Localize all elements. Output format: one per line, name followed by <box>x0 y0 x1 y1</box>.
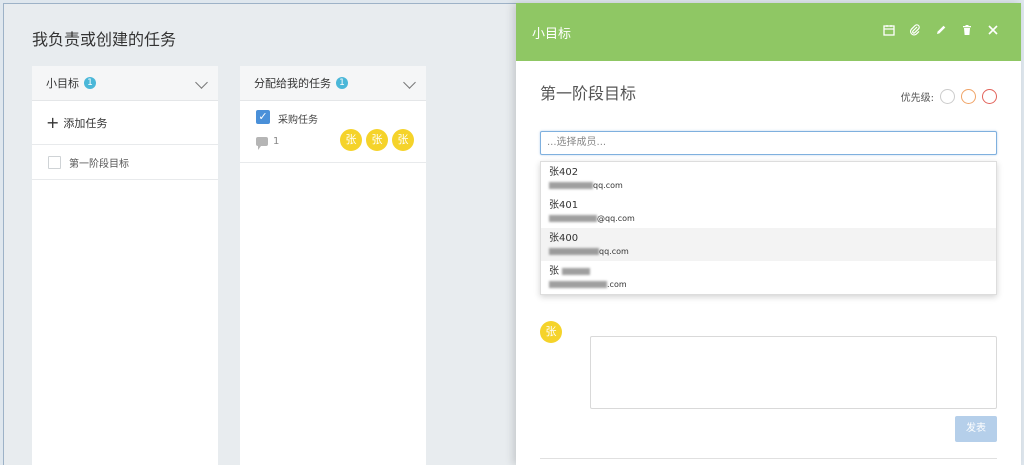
calendar-icon[interactable] <box>883 24 895 36</box>
trash-icon[interactable] <box>961 24 973 36</box>
plus-icon: + <box>46 112 60 132</box>
avatar[interactable]: 张 <box>340 129 362 151</box>
column-header[interactable]: 小目标 1 <box>32 66 218 101</box>
member-email: @qq.com <box>549 212 988 225</box>
chevron-down-icon[interactable] <box>403 76 416 89</box>
member-option[interactable]: 张 .com <box>541 261 996 294</box>
avatar[interactable]: 张 <box>540 321 562 343</box>
submit-button[interactable]: 发表 <box>955 416 997 442</box>
member-option[interactable]: 张401 @qq.com <box>541 195 996 228</box>
page-title: 我负责或创建的任务 <box>32 30 177 49</box>
avatar[interactable]: 张 <box>366 129 388 151</box>
close-icon[interactable] <box>987 24 999 36</box>
goal-checkbox[interactable] <box>48 155 61 169</box>
task-name: 采购任务 <box>278 115 318 126</box>
add-task-label: 添加任务 <box>63 116 108 130</box>
member-email: qq.com <box>549 179 988 192</box>
column-assigned: 分配给我的任务 1 ✓ 采购任务 1 张 张 张 <box>240 66 426 465</box>
member-name: 张402 <box>549 167 579 178</box>
comment-icon <box>256 137 268 150</box>
member-name: 张401 <box>549 200 579 211</box>
member-dropdown: 张402 qq.com 张401 @qq.com 张400 qq.com 张 .… <box>540 161 997 295</box>
member-option[interactable]: 张400 qq.com <box>541 228 996 261</box>
edit-icon[interactable] <box>935 24 947 36</box>
priority-label: 优先级: <box>900 93 934 104</box>
header-actions <box>883 24 999 36</box>
column-header[interactable]: 分配给我的任务 1 <box>240 66 426 101</box>
panel-title: 小目标 <box>532 26 572 42</box>
goal-detail-panel: 小目标 第一阶段目标 优先级: ...选择成员... 张402 qq.com 张… <box>516 3 1021 465</box>
task-card[interactable]: ✓ 采购任务 1 张 张 张 <box>240 101 426 163</box>
member-name: 张400 <box>549 233 579 244</box>
member-name: 张 <box>549 265 988 278</box>
count-badge: 1 <box>84 77 96 89</box>
priority-high-option[interactable] <box>982 89 997 104</box>
attachment-icon[interactable] <box>909 24 921 36</box>
comment-textarea[interactable] <box>590 336 997 409</box>
divider <box>540 458 997 459</box>
panel-header: 小目标 <box>516 3 1021 61</box>
add-task-button[interactable]: + 添加任务 <box>32 101 218 145</box>
comment-count: 1 <box>273 136 280 147</box>
member-email: .com <box>549 278 988 291</box>
chevron-down-icon[interactable] <box>195 76 208 89</box>
avatar[interactable]: 张 <box>392 129 414 151</box>
priority-medium-option[interactable] <box>961 89 976 104</box>
goal-item[interactable]: 第一阶段目标 <box>32 145 218 180</box>
assignee-avatar[interactable]: 张 <box>540 321 562 343</box>
goal-title[interactable]: 第一阶段目标 <box>540 80 636 104</box>
column-title: 小目标 <box>46 77 79 90</box>
member-option[interactable]: 张402 qq.com <box>541 162 996 195</box>
member-search-input[interactable]: ...选择成员... <box>540 131 997 155</box>
priority-low-option[interactable] <box>940 89 955 104</box>
member-email: qq.com <box>549 245 988 258</box>
column-title: 分配给我的任务 <box>254 77 331 90</box>
column-goals: 小目标 1 + 添加任务 第一阶段目标 <box>32 66 218 465</box>
priority-selector: 优先级: <box>901 89 997 104</box>
task-checkbox[interactable]: ✓ <box>256 110 270 124</box>
goal-label: 第一阶段目标 <box>69 158 129 170</box>
count-badge: 1 <box>336 77 348 89</box>
avatar-group: 张 张 张 <box>340 129 414 151</box>
